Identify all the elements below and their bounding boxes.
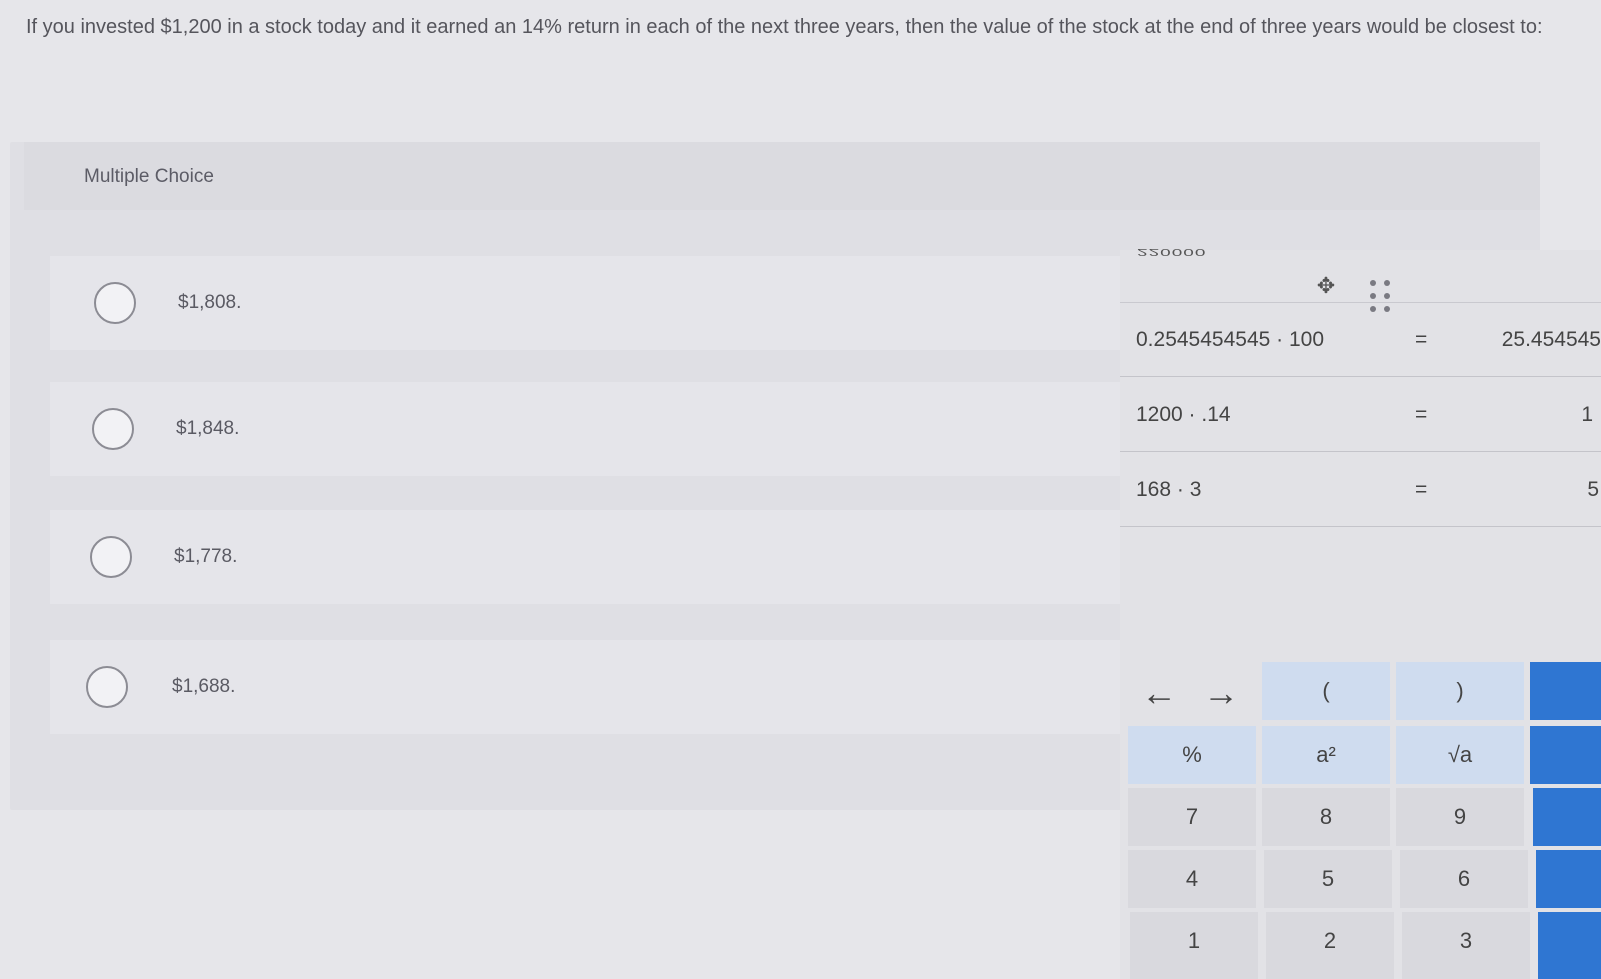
choice-label: $1,808. <box>178 292 242 313</box>
radio-button[interactable] <box>94 282 136 324</box>
radio-button[interactable] <box>86 666 128 708</box>
choice-label: $1,688. <box>172 676 236 697</box>
calculator-row[interactable]: 168 · 3 = 5 <box>1120 452 1601 527</box>
radio-button[interactable] <box>92 408 134 450</box>
choice-option-1[interactable]: $1,808. <box>50 256 1130 350</box>
digit-2-key[interactable]: 2 <box>1266 912 1394 979</box>
percent-key[interactable]: % <box>1128 726 1256 784</box>
choice-option-2[interactable]: $1,848. <box>50 382 1130 476</box>
previous-expression: 220000 <box>1137 246 1207 258</box>
blue-side-key[interactable] <box>1533 788 1601 846</box>
radio-button[interactable] <box>90 536 132 578</box>
row-result: 5 <box>1587 478 1599 501</box>
row-expression: 168 · 3 <box>1136 478 1202 501</box>
square-key[interactable]: a² <box>1262 726 1390 784</box>
choice-label: $1,778. <box>174 546 238 567</box>
row-result: 1 <box>1581 403 1593 426</box>
calculator-row[interactable]: 1200 · .14 = 1 <box>1120 377 1601 452</box>
digit-1-key[interactable]: 1 <box>1130 912 1258 979</box>
question-text: If you invested $1,200 in a stock today … <box>26 16 1543 38</box>
digit-4-key[interactable]: 4 <box>1128 850 1256 908</box>
multiple-choice-header <box>24 142 1540 210</box>
digit-7-key[interactable]: 7 <box>1128 788 1256 846</box>
blue-side-key[interactable] <box>1530 726 1601 784</box>
digit-8-key[interactable]: 8 <box>1262 788 1390 846</box>
move-icon[interactable]: ✥ <box>1314 274 1338 298</box>
digit-9-key[interactable]: 9 <box>1396 788 1524 846</box>
row-equals: = <box>1415 403 1428 426</box>
row-result: 25.454545 <box>1501 328 1601 351</box>
row-expression: 0.2545454545 · 100 <box>1136 328 1325 351</box>
arrow-left-icon[interactable]: ← <box>1136 670 1182 716</box>
digit-6-key[interactable]: 6 <box>1400 850 1528 908</box>
choice-option-4[interactable]: $1,688. <box>50 640 1130 734</box>
close-paren-key[interactable]: ) <box>1396 662 1524 720</box>
choice-label: $1,848. <box>176 418 240 439</box>
row-equals: = <box>1415 328 1428 351</box>
row-expression: 1200 · .14 <box>1136 403 1231 426</box>
open-paren-key[interactable]: ( <box>1262 662 1390 720</box>
arrow-right-icon[interactable]: → <box>1198 670 1244 716</box>
blue-side-key[interactable] <box>1530 662 1601 720</box>
choice-option-3[interactable]: $1,778. <box>50 510 1130 604</box>
calculator-row[interactable]: 0.2545454545 · 100 = 25.454545 <box>1120 302 1601 377</box>
digit-3-key[interactable]: 3 <box>1402 912 1530 979</box>
multiple-choice-title: Multiple Choice <box>84 166 214 187</box>
digit-5-key[interactable]: 5 <box>1264 850 1392 908</box>
row-equals: = <box>1415 478 1428 501</box>
blue-side-key[interactable] <box>1538 912 1601 979</box>
sqrt-key[interactable]: √a <box>1396 726 1524 784</box>
blue-side-key[interactable] <box>1536 850 1601 908</box>
